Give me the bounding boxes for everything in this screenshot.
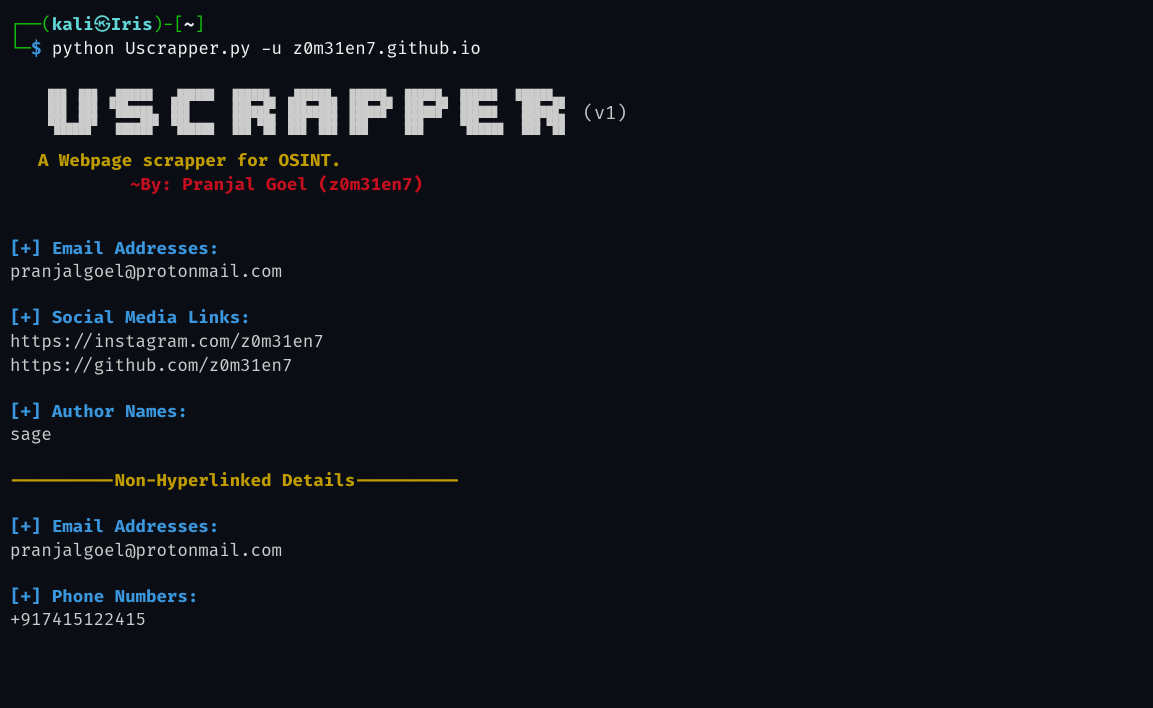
prompt-mid: )-[: [153, 15, 184, 36]
prompt-corner-top: ┌──(: [10, 15, 52, 36]
version-label: (v1): [583, 101, 627, 126]
prompt-skull-icon: ㉿: [94, 15, 111, 36]
author-credit: ~By: Pranjal Goel (z0m31en7): [130, 174, 1143, 198]
app-banner: ███ ███ ██████ ██████ ██████ ██████ ████…: [48, 92, 1143, 135]
section-value: +917415122415: [10, 609, 1143, 633]
section-value: https://github.com/z0m31en7: [10, 355, 1143, 379]
section-value: pranjalgoel@protonmail.com: [10, 261, 1143, 285]
ascii-logo: ███ ███ ██████ ██████ ██████ ██████ ████…: [48, 92, 565, 135]
command-text: python Uscrapper.py -u z0m31en7.github.i…: [41, 39, 480, 60]
prompt-line-1: ┌──(kali㉿Iris)-[~]: [10, 14, 1143, 38]
output-section: [+] Social Media Links: https://instagra…: [10, 307, 1143, 378]
prompt-host: Iris: [111, 15, 153, 36]
tagline: A Webpage scrapper for OSINT.: [38, 150, 1143, 174]
prompt-cwd: ~: [184, 15, 194, 36]
prompt-user: kali: [52, 15, 94, 36]
section-value: https://instagram.com/z0m31en7: [10, 331, 1143, 355]
output-section: [+] Email Addresses: pranjalgoel@protonm…: [10, 238, 1143, 286]
terminal-window[interactable]: ┌──(kali㉿Iris)-[~] └─$ python Uscrapper.…: [10, 14, 1143, 633]
section-header-emails-2: [+] Email Addresses:: [10, 516, 1143, 540]
divider-text: ----------Non-Hyperlinked Details-------…: [10, 470, 1143, 494]
prompt-dollar: $: [31, 39, 41, 60]
section-header-emails: [+] Email Addresses:: [10, 238, 1143, 262]
section-value: sage: [10, 424, 1143, 448]
section-header-phones: [+] Phone Numbers:: [10, 586, 1143, 610]
prompt-close: ]: [194, 15, 204, 36]
section-header-authors: [+] Author Names:: [10, 401, 1143, 425]
output-section: [+] Author Names: sage: [10, 401, 1143, 449]
prompt-line-2: └─$ python Uscrapper.py -u z0m31en7.gith…: [10, 38, 1143, 62]
output-section: [+] Phone Numbers: +917415122415: [10, 586, 1143, 634]
output-section: [+] Email Addresses: pranjalgoel@protonm…: [10, 516, 1143, 564]
section-header-social: [+] Social Media Links:: [10, 307, 1143, 331]
output-sections: [+] Email Addresses: pranjalgoel@protonm…: [10, 238, 1143, 634]
prompt-corner-bottom: └─: [10, 39, 31, 60]
section-value: pranjalgoel@protonmail.com: [10, 540, 1143, 564]
